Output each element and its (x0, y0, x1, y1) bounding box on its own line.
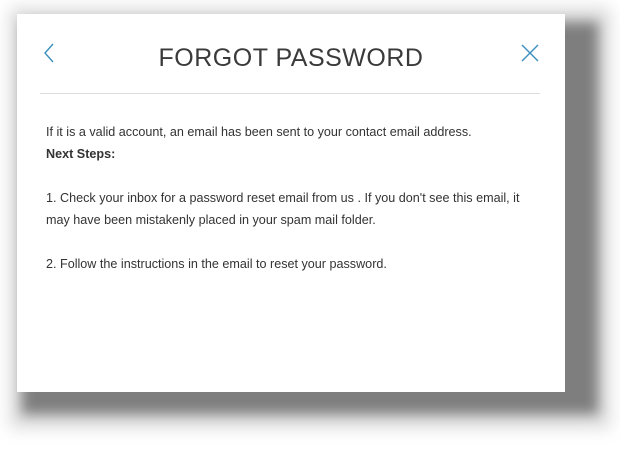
step-1-text: 1. Check your inbox for a password reset… (46, 191, 520, 227)
dialog-body: If it is a valid account, an email has b… (46, 121, 546, 275)
next-steps-heading: Next Steps: (46, 147, 116, 161)
dialog-title: FORGOT PASSWORD (158, 44, 424, 72)
intro-text: If it is a valid account, an email has b… (46, 125, 472, 139)
chevron-left-icon[interactable] (37, 38, 63, 68)
forgot-password-dialog: FORGOT PASSWORD If it is a valid account… (17, 14, 565, 392)
dialog-header: FORGOT PASSWORD (17, 14, 565, 94)
step-2-text: 2. Follow the instructions in the email … (46, 257, 387, 271)
header-divider (40, 93, 540, 94)
close-icon[interactable] (517, 38, 543, 68)
